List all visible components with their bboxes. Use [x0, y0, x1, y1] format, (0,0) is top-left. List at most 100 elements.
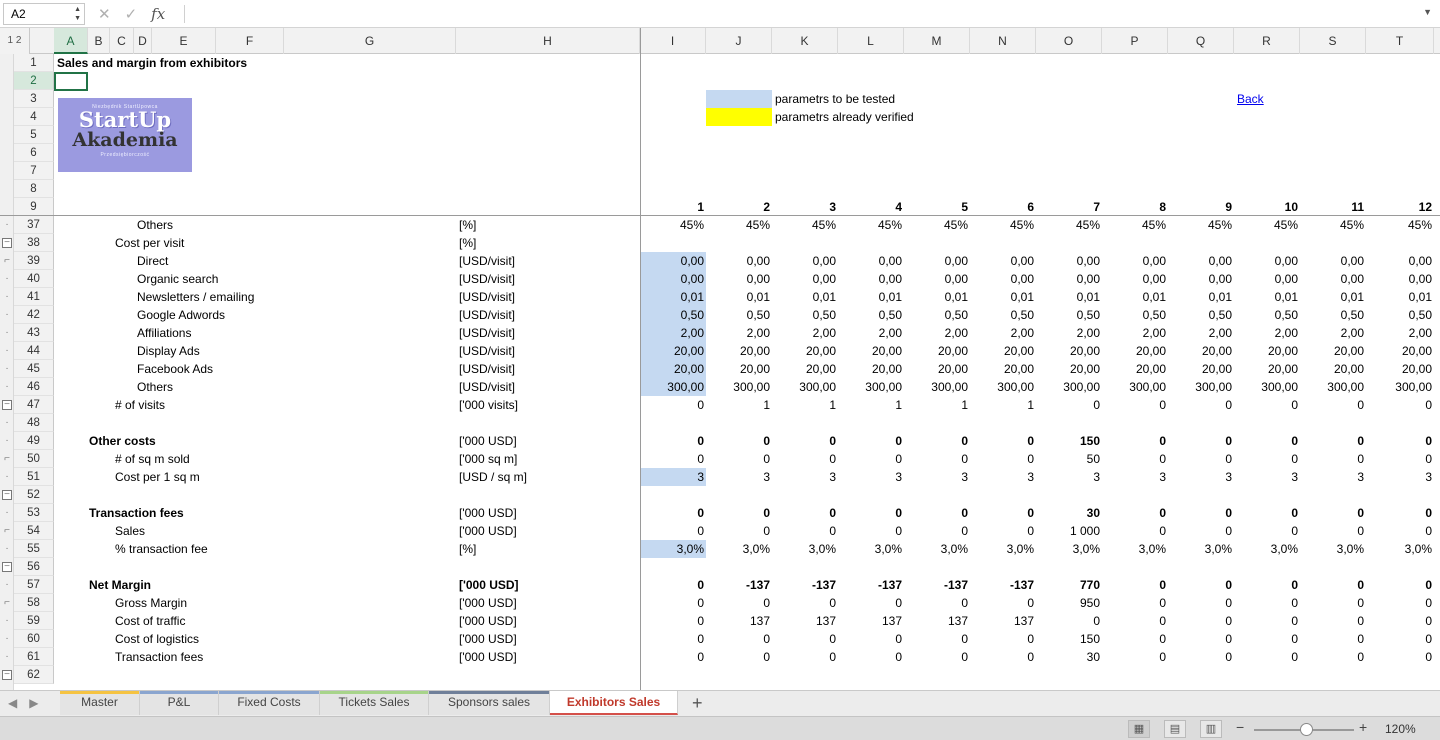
value-cell[interactable]: 0 — [641, 432, 706, 450]
value-cell[interactable]: 0,50 — [1301, 306, 1366, 324]
value-cell[interactable]: 2,00 — [1103, 324, 1168, 342]
value-cell[interactable]: -137 — [971, 576, 1036, 594]
value-cell[interactable]: 0 — [971, 522, 1036, 540]
value-cell[interactable]: 0,00 — [905, 252, 970, 270]
value-cell[interactable]: 0 — [641, 396, 706, 414]
row-header[interactable]: 60 — [14, 630, 54, 648]
value-cell[interactable]: 3,0% — [905, 540, 970, 558]
value-cell[interactable]: 3 — [1235, 468, 1300, 486]
row-header[interactable]: 44 — [14, 342, 54, 360]
value-cell[interactable] — [1037, 558, 1102, 576]
value-cell[interactable]: 0 — [707, 648, 772, 666]
page-break-view-icon[interactable]: ▥ — [1200, 720, 1222, 738]
row-header[interactable]: 57 — [14, 576, 54, 594]
row-header[interactable]: 49 — [14, 432, 54, 450]
value-cell[interactable]: 20,00 — [839, 342, 904, 360]
row-header[interactable]: 1 — [14, 54, 54, 72]
value-cell[interactable]: 0,01 — [1037, 288, 1102, 306]
value-cell[interactable]: 0 — [1235, 630, 1300, 648]
value-cell[interactable]: 3,0% — [1037, 540, 1102, 558]
tab-fixed-costs[interactable]: Fixed Costs — [219, 691, 320, 715]
value-cell[interactable] — [971, 486, 1036, 504]
value-cell[interactable]: 0,00 — [773, 252, 838, 270]
row-header[interactable]: 61 — [14, 648, 54, 666]
column-header-e[interactable]: E — [152, 28, 216, 54]
value-cell[interactable]: 3,0% — [1235, 540, 1300, 558]
value-cell[interactable]: 300,00 — [971, 378, 1036, 396]
value-cell[interactable]: 3,0% — [1103, 540, 1168, 558]
value-cell[interactable] — [707, 666, 772, 684]
worksheet-grid[interactable]: ABCDEFGHIJKLMNOPQRST 1 2 1 Sales and marg… — [0, 28, 1440, 690]
value-cell[interactable]: 0 — [1103, 612, 1168, 630]
value-cell[interactable]: 2,00 — [641, 324, 706, 342]
column-header-j[interactable]: J — [706, 28, 772, 54]
tab-exhibitors-sales[interactable]: Exhibitors Sales — [550, 691, 678, 715]
value-cell[interactable]: 3 — [1037, 468, 1102, 486]
value-cell[interactable]: 300,00 — [1103, 378, 1168, 396]
value-cell[interactable]: 0 — [1103, 504, 1168, 522]
value-cell[interactable]: 45% — [1301, 216, 1366, 234]
row-header[interactable]: 50 — [14, 450, 54, 468]
value-cell[interactable]: 45% — [1103, 216, 1168, 234]
value-cell[interactable]: 0 — [707, 630, 772, 648]
value-cell[interactable] — [707, 558, 772, 576]
value-cell[interactable]: 0 — [1103, 576, 1168, 594]
name-box-stepper-icon[interactable]: ▲ ▼ — [74, 5, 81, 23]
zoom-level[interactable]: 120% — [1385, 722, 1416, 736]
value-cell[interactable]: 0 — [1301, 594, 1366, 612]
value-cell[interactable]: 3,0% — [773, 540, 838, 558]
value-cell[interactable] — [1367, 486, 1434, 504]
value-cell[interactable]: 0,00 — [1301, 252, 1366, 270]
value-cell[interactable]: 2,00 — [1037, 324, 1102, 342]
confirm-icon[interactable]: ✓ — [125, 5, 138, 23]
value-cell[interactable]: 0 — [707, 432, 772, 450]
value-cell[interactable]: 0 — [839, 594, 904, 612]
value-cell[interactable]: 0 — [1367, 612, 1434, 630]
value-cell[interactable]: 1 — [905, 396, 970, 414]
value-cell[interactable]: 45% — [1169, 216, 1234, 234]
value-cell[interactable]: 0,50 — [1103, 306, 1168, 324]
formula-input[interactable] — [192, 6, 1412, 22]
row-header[interactable]: 55 — [14, 540, 54, 558]
value-cell[interactable] — [1235, 558, 1300, 576]
column-header-r[interactable]: R — [1234, 28, 1300, 54]
value-cell[interactable] — [1037, 234, 1102, 252]
value-cell[interactable]: 30 — [1037, 648, 1102, 666]
row-header[interactable]: 38 — [14, 234, 54, 252]
value-cell[interactable] — [1367, 558, 1434, 576]
value-cell[interactable]: 0,50 — [1367, 306, 1434, 324]
tab-scroll-left-icon[interactable]: ◀ — [8, 696, 17, 710]
value-cell[interactable]: 0 — [1235, 396, 1300, 414]
value-cell[interactable]: 20,00 — [905, 360, 970, 378]
value-cell[interactable]: 0 — [1169, 450, 1234, 468]
value-cell[interactable] — [1169, 558, 1234, 576]
value-cell[interactable]: 0,00 — [1235, 270, 1300, 288]
value-cell[interactable] — [971, 414, 1036, 432]
value-cell[interactable]: 20,00 — [1037, 360, 1102, 378]
value-cell[interactable]: 3 — [641, 468, 706, 486]
value-cell[interactable]: 0 — [1367, 576, 1434, 594]
value-cell[interactable]: 20,00 — [1235, 360, 1300, 378]
value-cell[interactable]: 0 — [1235, 648, 1300, 666]
value-cell[interactable]: 0,01 — [1367, 288, 1434, 306]
value-cell[interactable] — [1301, 414, 1366, 432]
value-cell[interactable]: 0,01 — [971, 288, 1036, 306]
value-cell[interactable] — [839, 234, 904, 252]
value-cell[interactable]: 137 — [905, 612, 970, 630]
value-cell[interactable]: 20,00 — [1301, 360, 1366, 378]
value-cell[interactable]: 0,00 — [1367, 270, 1434, 288]
value-cell[interactable]: 0 — [971, 630, 1036, 648]
row-header[interactable]: 5 — [14, 126, 54, 144]
value-cell[interactable]: 300,00 — [1037, 378, 1102, 396]
value-cell[interactable]: 45% — [773, 216, 838, 234]
value-cell[interactable]: 0 — [1301, 612, 1366, 630]
value-cell[interactable]: 0 — [839, 630, 904, 648]
value-cell[interactable]: 0 — [1103, 648, 1168, 666]
value-cell[interactable]: 0 — [1367, 450, 1434, 468]
value-cell[interactable]: 1 — [839, 396, 904, 414]
value-cell[interactable]: 20,00 — [641, 360, 706, 378]
value-cell[interactable] — [839, 486, 904, 504]
value-cell[interactable]: 0,00 — [971, 252, 1036, 270]
value-cell[interactable] — [641, 414, 706, 432]
collapse-group-icon[interactable]: − — [2, 490, 12, 500]
